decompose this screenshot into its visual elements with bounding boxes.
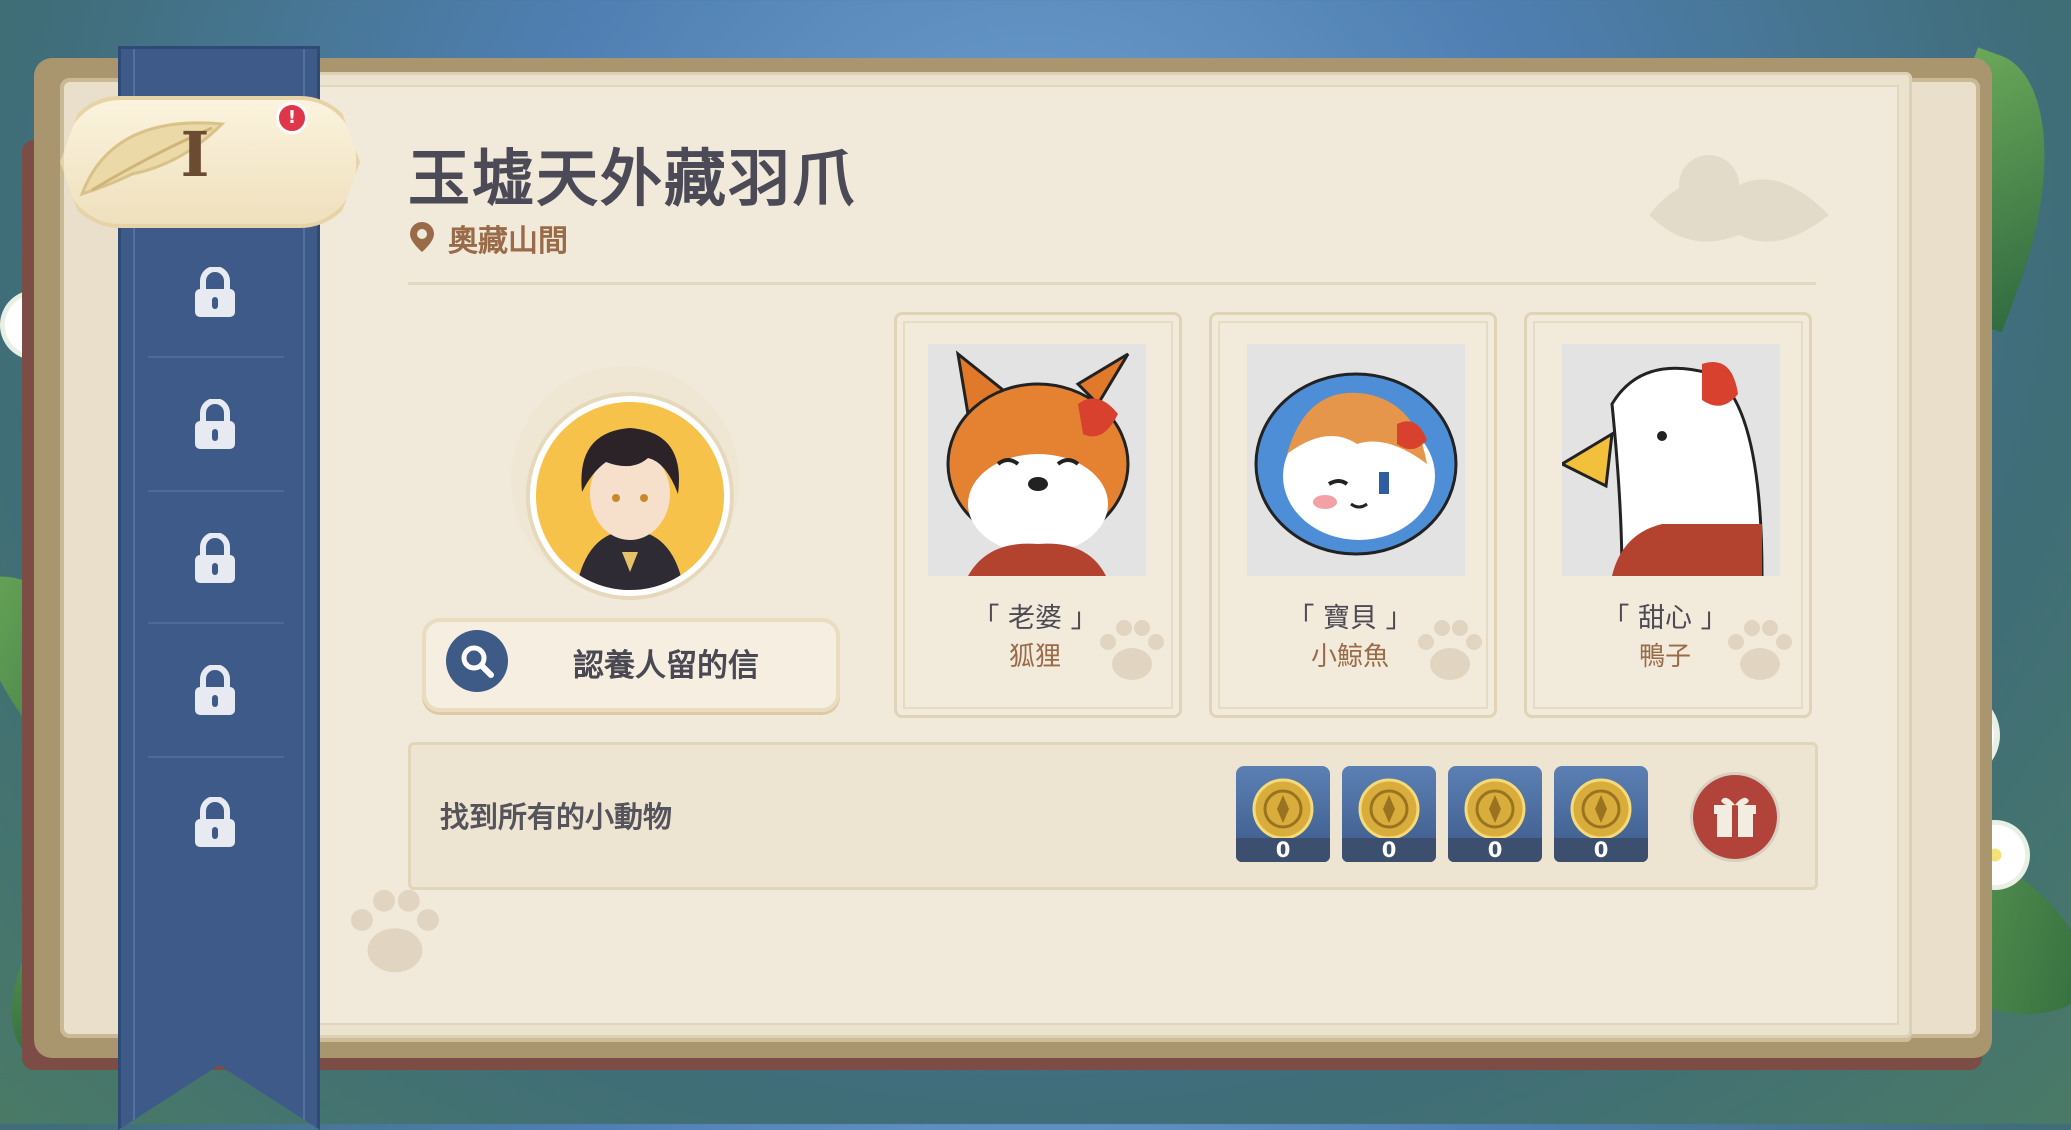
paw-print-icon	[1100, 620, 1164, 680]
adopter-letter-label: 認養人留的信	[573, 648, 759, 684]
locked-chapter-4[interactable]	[190, 532, 240, 586]
reward-count: 0	[1236, 838, 1330, 862]
lock-icon	[195, 399, 235, 449]
paw-print-icon	[1418, 620, 1482, 680]
claim-gift-button[interactable]	[1690, 772, 1780, 862]
magnifier-icon	[446, 630, 508, 692]
locked-chapter-5[interactable]	[190, 664, 240, 718]
mora-coin-icon	[1570, 778, 1632, 840]
reward-count: 0	[1342, 838, 1436, 862]
chapter-numeral: I	[180, 118, 210, 191]
page-title: 玉墟天外藏羽爪	[408, 142, 857, 215]
bird-decor-icon	[1649, 155, 1829, 242]
reward-slot[interactable]: 0	[1342, 766, 1436, 862]
locked-chapter-2[interactable]	[190, 266, 240, 320]
lock-icon	[195, 533, 235, 583]
lock-icon	[195, 267, 235, 317]
reward-slot[interactable]: 0	[1236, 766, 1330, 862]
duck-portrait	[1562, 344, 1780, 576]
fox-portrait	[928, 344, 1146, 576]
mora-coin-icon	[1252, 778, 1314, 840]
location-label: 奧藏山間	[448, 224, 568, 259]
adopter-avatar	[530, 396, 730, 596]
whale-portrait	[1247, 344, 1465, 576]
ribbon-divider	[148, 356, 284, 358]
reward-slot[interactable]: 0	[1448, 766, 1542, 862]
ribbon-divider	[148, 756, 284, 758]
header-divider	[408, 282, 1816, 285]
reward-slot[interactable]: 0	[1554, 766, 1648, 862]
gift-icon	[1714, 797, 1756, 837]
lock-icon	[195, 665, 235, 715]
new-alert-badge: !	[276, 102, 308, 134]
mora-coin-icon	[1358, 778, 1420, 840]
reward-count: 0	[1448, 838, 1542, 862]
paw-print-icon	[1728, 620, 1792, 680]
ribbon-divider	[148, 490, 284, 492]
paw-print-icon	[351, 889, 439, 973]
locked-chapter-3[interactable]	[190, 398, 240, 452]
reward-count: 0	[1554, 838, 1648, 862]
mora-coin-icon	[1464, 778, 1526, 840]
locked-chapter-6[interactable]	[190, 796, 240, 850]
ribbon-divider	[148, 622, 284, 624]
task-label: 找到所有的小動物	[440, 800, 673, 834]
location-pin-icon	[410, 222, 434, 252]
lock-icon	[195, 797, 235, 847]
